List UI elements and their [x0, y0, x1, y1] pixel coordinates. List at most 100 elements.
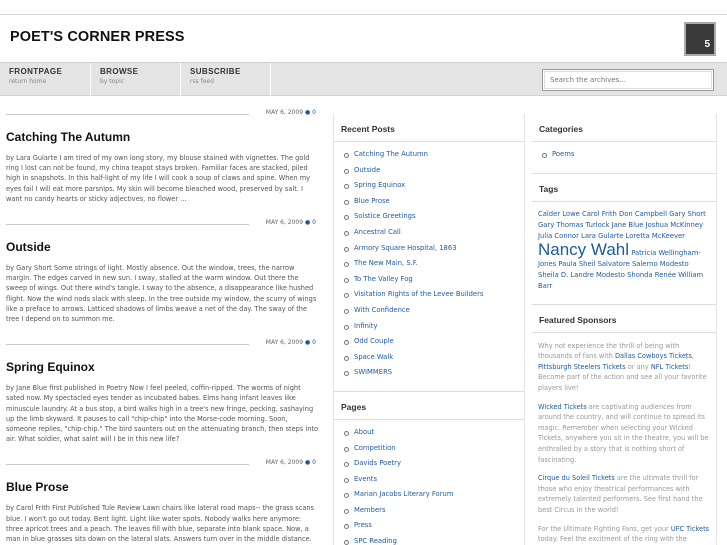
- sponsor-text: today. Feel the excitment of the ring wi…: [538, 535, 687, 544]
- pages-title: Pages: [334, 390, 524, 420]
- sponsor-text: or any: [625, 362, 651, 371]
- comment-count[interactable]: 0: [312, 339, 316, 346]
- recent-posts-list: Catching The Autumn Outside Spring Equin…: [334, 142, 524, 385]
- comment-icon[interactable]: ●: [305, 339, 310, 346]
- post-meta: MAY 6, 2009 ● 0: [6, 338, 319, 350]
- post-date-line: MAY 6, 2009 ● 0: [262, 109, 316, 116]
- top-divider: [0, 14, 727, 15]
- nav-browse-title: BROWSE: [100, 67, 139, 76]
- post: MAY 6, 2009 ● 0 Spring Equinox by Jane B…: [6, 338, 319, 444]
- nav-subscribe-title: SUBSCRIBE: [190, 67, 241, 76]
- sponsor-text: are captivating audiences from around th…: [538, 402, 709, 464]
- nav-subscribe-sub: rss feed: [190, 78, 214, 85]
- sponsor-paragraph: Cirque du Soleil Tickets are the ultimat…: [538, 473, 710, 515]
- recent-post-link[interactable]: SWIMMERS: [344, 365, 524, 381]
- recent-post-link[interactable]: Solstice Greetings: [344, 209, 524, 225]
- sponsor-paragraph: For the Ultimate Fighting Fans, get your…: [538, 524, 710, 545]
- post-excerpt: by Carol Frith First Published Tule Revi…: [6, 504, 314, 544]
- comment-count[interactable]: 0: [312, 109, 316, 116]
- sponsor-link[interactable]: Cirque du Soleil Tickets: [538, 474, 615, 482]
- recent-post-link[interactable]: Blue Prose: [344, 194, 524, 210]
- recent-post-link[interactable]: Spring Equinox: [344, 178, 524, 194]
- page-link[interactable]: Davids Poetry: [344, 456, 524, 472]
- categories-title: Categories: [532, 114, 716, 142]
- comment-icon[interactable]: ●: [305, 459, 310, 466]
- sidebar-right: Categories Poems Tags Calder Lowe Carol …: [532, 114, 717, 545]
- sponsor-link[interactable]: Wicked Tickets: [538, 403, 587, 411]
- nav-frontpage-sub: return home: [9, 78, 47, 85]
- nav-browse-sub: by topic: [100, 78, 125, 85]
- recent-post-link[interactable]: Catching The Autumn: [344, 147, 524, 163]
- tag-links[interactable]: Calder Lowe Carol Frith Don Campbell Gar…: [538, 210, 706, 240]
- nav-frontpage[interactable]: FRONTPAGE return home: [0, 63, 91, 96]
- page-link[interactable]: Press: [344, 518, 524, 534]
- post-excerpt: by Gary Short Some strings of light. Mos…: [6, 264, 317, 324]
- sponsors-text: Why not experience the thrill of being w…: [532, 333, 716, 545]
- comment-icon[interactable]: ●: [305, 109, 310, 116]
- post-title[interactable]: Outside: [6, 240, 319, 254]
- sponsor-link[interactable]: NFL Tickets: [651, 363, 688, 371]
- post-meta: MAY 6, 2009 ● 0: [6, 458, 319, 470]
- recent-post-link[interactable]: Infinity: [344, 319, 524, 335]
- sponsor-paragraph: Wicked Tickets are captivating audiences…: [538, 402, 710, 466]
- recent-post-link[interactable]: Visitation Rights of the Levee Builders: [344, 287, 524, 303]
- sponsor-paragraph: Why not experience the thrill of being w…: [538, 341, 710, 394]
- comment-count[interactable]: 0: [312, 459, 316, 466]
- post: MAY 6, 2009 ● 0 Outside by Gary Short So…: [6, 218, 319, 324]
- pages-list: About Competition Davids Poetry Events M…: [334, 420, 524, 545]
- tag-cloud: Calder Lowe Carol Frith Don Campbell Gar…: [532, 202, 716, 298]
- recent-post-link[interactable]: The New Main, S.F.: [344, 256, 524, 272]
- comment-icon[interactable]: ●: [305, 219, 310, 226]
- post-date-line: MAY 6, 2009 ● 0: [262, 459, 316, 467]
- tag-link-featured[interactable]: Nancy Wahl: [538, 240, 629, 259]
- recent-post-link[interactable]: To The Valley Fog: [344, 272, 524, 288]
- page-link[interactable]: Competition: [344, 441, 524, 457]
- post-date-line: MAY 6, 2009 ● 0: [262, 219, 316, 227]
- recent-post-link[interactable]: Outside: [344, 163, 524, 179]
- page-link[interactable]: Members: [344, 503, 524, 519]
- nav-browse[interactable]: BROWSE by topic: [91, 63, 181, 96]
- sponsors-title: Featured Sponsors: [532, 303, 716, 333]
- nav-subscribe[interactable]: SUBSCRIBE rss feed: [181, 63, 271, 96]
- meta-divider: [6, 464, 249, 466]
- sidebar-middle: Recent Posts Catching The Autumn Outside…: [333, 114, 525, 545]
- sponsor-link[interactable]: UFC Tickets: [671, 525, 709, 533]
- post-count: 5: [704, 39, 710, 50]
- page-link[interactable]: About: [344, 425, 524, 441]
- post-title[interactable]: Catching The Autumn: [6, 130, 319, 144]
- page-link[interactable]: SPC Reading: [344, 534, 524, 545]
- post-date: MAY 6, 2009: [265, 109, 304, 116]
- recent-post-link[interactable]: Space Walk: [344, 350, 524, 366]
- sponsor-text: ,: [691, 352, 695, 361]
- sponsor-link[interactable]: Pittsburgh Steelers Tickets: [538, 363, 626, 371]
- post: MAY 6, 2009 ● 0 Blue Prose by Carol Frit…: [6, 458, 319, 545]
- post-date: MAY 6, 2009: [265, 219, 304, 227]
- comment-count[interactable]: 0: [312, 219, 316, 226]
- sponsor-link[interactable]: Dallas Cowboys Tickets: [615, 352, 692, 360]
- recent-post-link[interactable]: With Confidence: [344, 303, 524, 319]
- search-input[interactable]: [544, 71, 712, 89]
- recent-post-link[interactable]: Odd Couple: [344, 334, 524, 350]
- site-title[interactable]: POET'S CORNER PRESS: [10, 29, 185, 45]
- sponsor-text: For the Ultimate Fighting Fans, get your: [538, 524, 671, 533]
- search-box: [542, 69, 714, 91]
- page-link[interactable]: Marian Jacobs Literary Forum: [344, 487, 524, 503]
- post-date: MAY 6, 2009: [265, 459, 304, 467]
- tags-title: Tags: [532, 172, 716, 202]
- page-link[interactable]: Events: [344, 472, 524, 488]
- navigation-bar: FRONTPAGE return home BROWSE by topic SU…: [0, 62, 727, 96]
- post-title[interactable]: Spring Equinox: [6, 360, 319, 374]
- post-excerpt: by Jane Blue first published in Poetry N…: [6, 384, 319, 444]
- post-excerpt: by Lara Gularte I am tired of my own lon…: [6, 154, 311, 203]
- meta-divider: [6, 114, 249, 115]
- recent-post-link[interactable]: Armory Square Hospital, 1863: [344, 241, 524, 257]
- recent-posts-title: Recent Posts: [334, 114, 524, 142]
- meta-divider: [6, 224, 249, 226]
- category-link[interactable]: Poems: [542, 147, 716, 163]
- post-count-badge: 5: [684, 22, 716, 56]
- recent-post-link[interactable]: Ancestral Call: [344, 225, 524, 241]
- post-date-line: MAY 6, 2009 ● 0: [262, 339, 316, 347]
- post-title[interactable]: Blue Prose: [6, 480, 319, 494]
- post-date: MAY 6, 2009: [265, 339, 304, 347]
- post: MAY 6, 2009 ● 0 Catching The Autumn by L…: [6, 108, 319, 204]
